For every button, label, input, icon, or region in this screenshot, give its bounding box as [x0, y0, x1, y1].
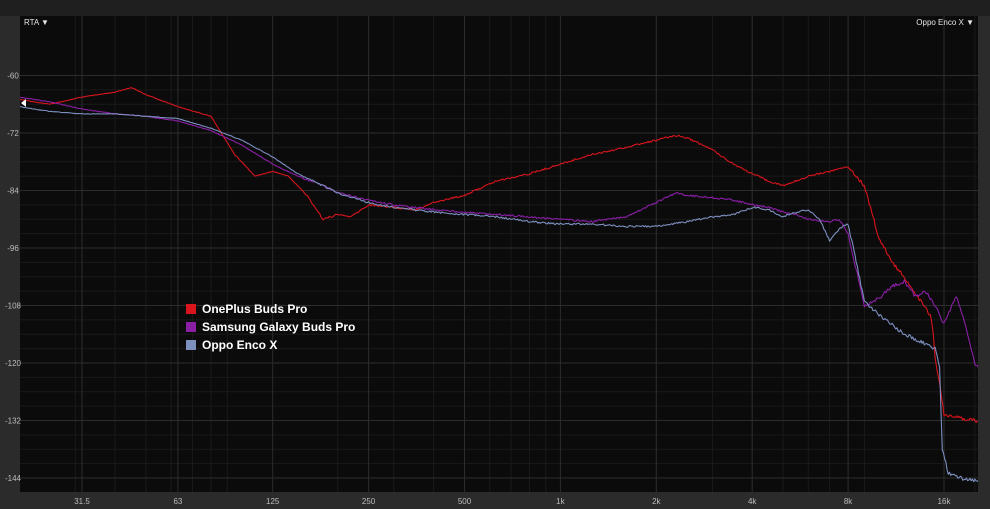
- source-select-dropdown[interactable]: Oppo Enco X ▼: [916, 18, 974, 27]
- legend-swatch: [186, 340, 196, 350]
- x-tick-label: 500: [458, 497, 472, 506]
- x-tick-label: 250: [362, 497, 376, 506]
- rta-chart: 31.5 63 125 250 500 1k 2k 4k 8k 16k -60 -72 -84 -96 -1…: [5, 16, 978, 507]
- legend-swatch: [186, 322, 196, 332]
- y-tick-label: -132: [5, 417, 22, 426]
- y-tick-label: -60: [7, 72, 19, 81]
- y-tick-label: -144: [5, 474, 22, 483]
- x-tick-label: 63: [173, 497, 182, 506]
- x-tick-label: 16k: [938, 497, 952, 506]
- legend-swatch: [186, 304, 196, 314]
- x-tick-label: 1k: [556, 497, 565, 506]
- x-tick-label: 31.5: [74, 497, 90, 506]
- x-tick-label: 4k: [748, 497, 757, 506]
- y-tick-label: -96: [7, 244, 19, 253]
- legend: OnePlus Buds Pro Samsung Galaxy Buds Pro O…: [186, 302, 355, 352]
- axis-labels: 31.5 63 125 250 500 1k 2k 4k 8k 16k -60 -72 -84 -96 -1…: [5, 72, 951, 507]
- x-tick-label: 125: [266, 497, 280, 506]
- legend-label: Samsung Galaxy Buds Pro: [202, 320, 355, 334]
- rta-mode-dropdown[interactable]: RTA ▼: [24, 18, 49, 27]
- y-tick-label: -72: [7, 129, 19, 138]
- x-tick-label: 8k: [844, 497, 853, 506]
- x-tick-label: 2k: [652, 497, 661, 506]
- legend-label: Oppo Enco X: [202, 338, 277, 352]
- series-line: [20, 87, 978, 424]
- grid: [20, 16, 978, 492]
- series-line: [20, 105, 978, 483]
- y-tick-label: -108: [5, 302, 22, 311]
- y-tick-label: -120: [5, 359, 22, 368]
- legend-label: OnePlus Buds Pro: [202, 302, 307, 316]
- series-line: [20, 96, 978, 369]
- y-tick-label: -84: [7, 187, 19, 196]
